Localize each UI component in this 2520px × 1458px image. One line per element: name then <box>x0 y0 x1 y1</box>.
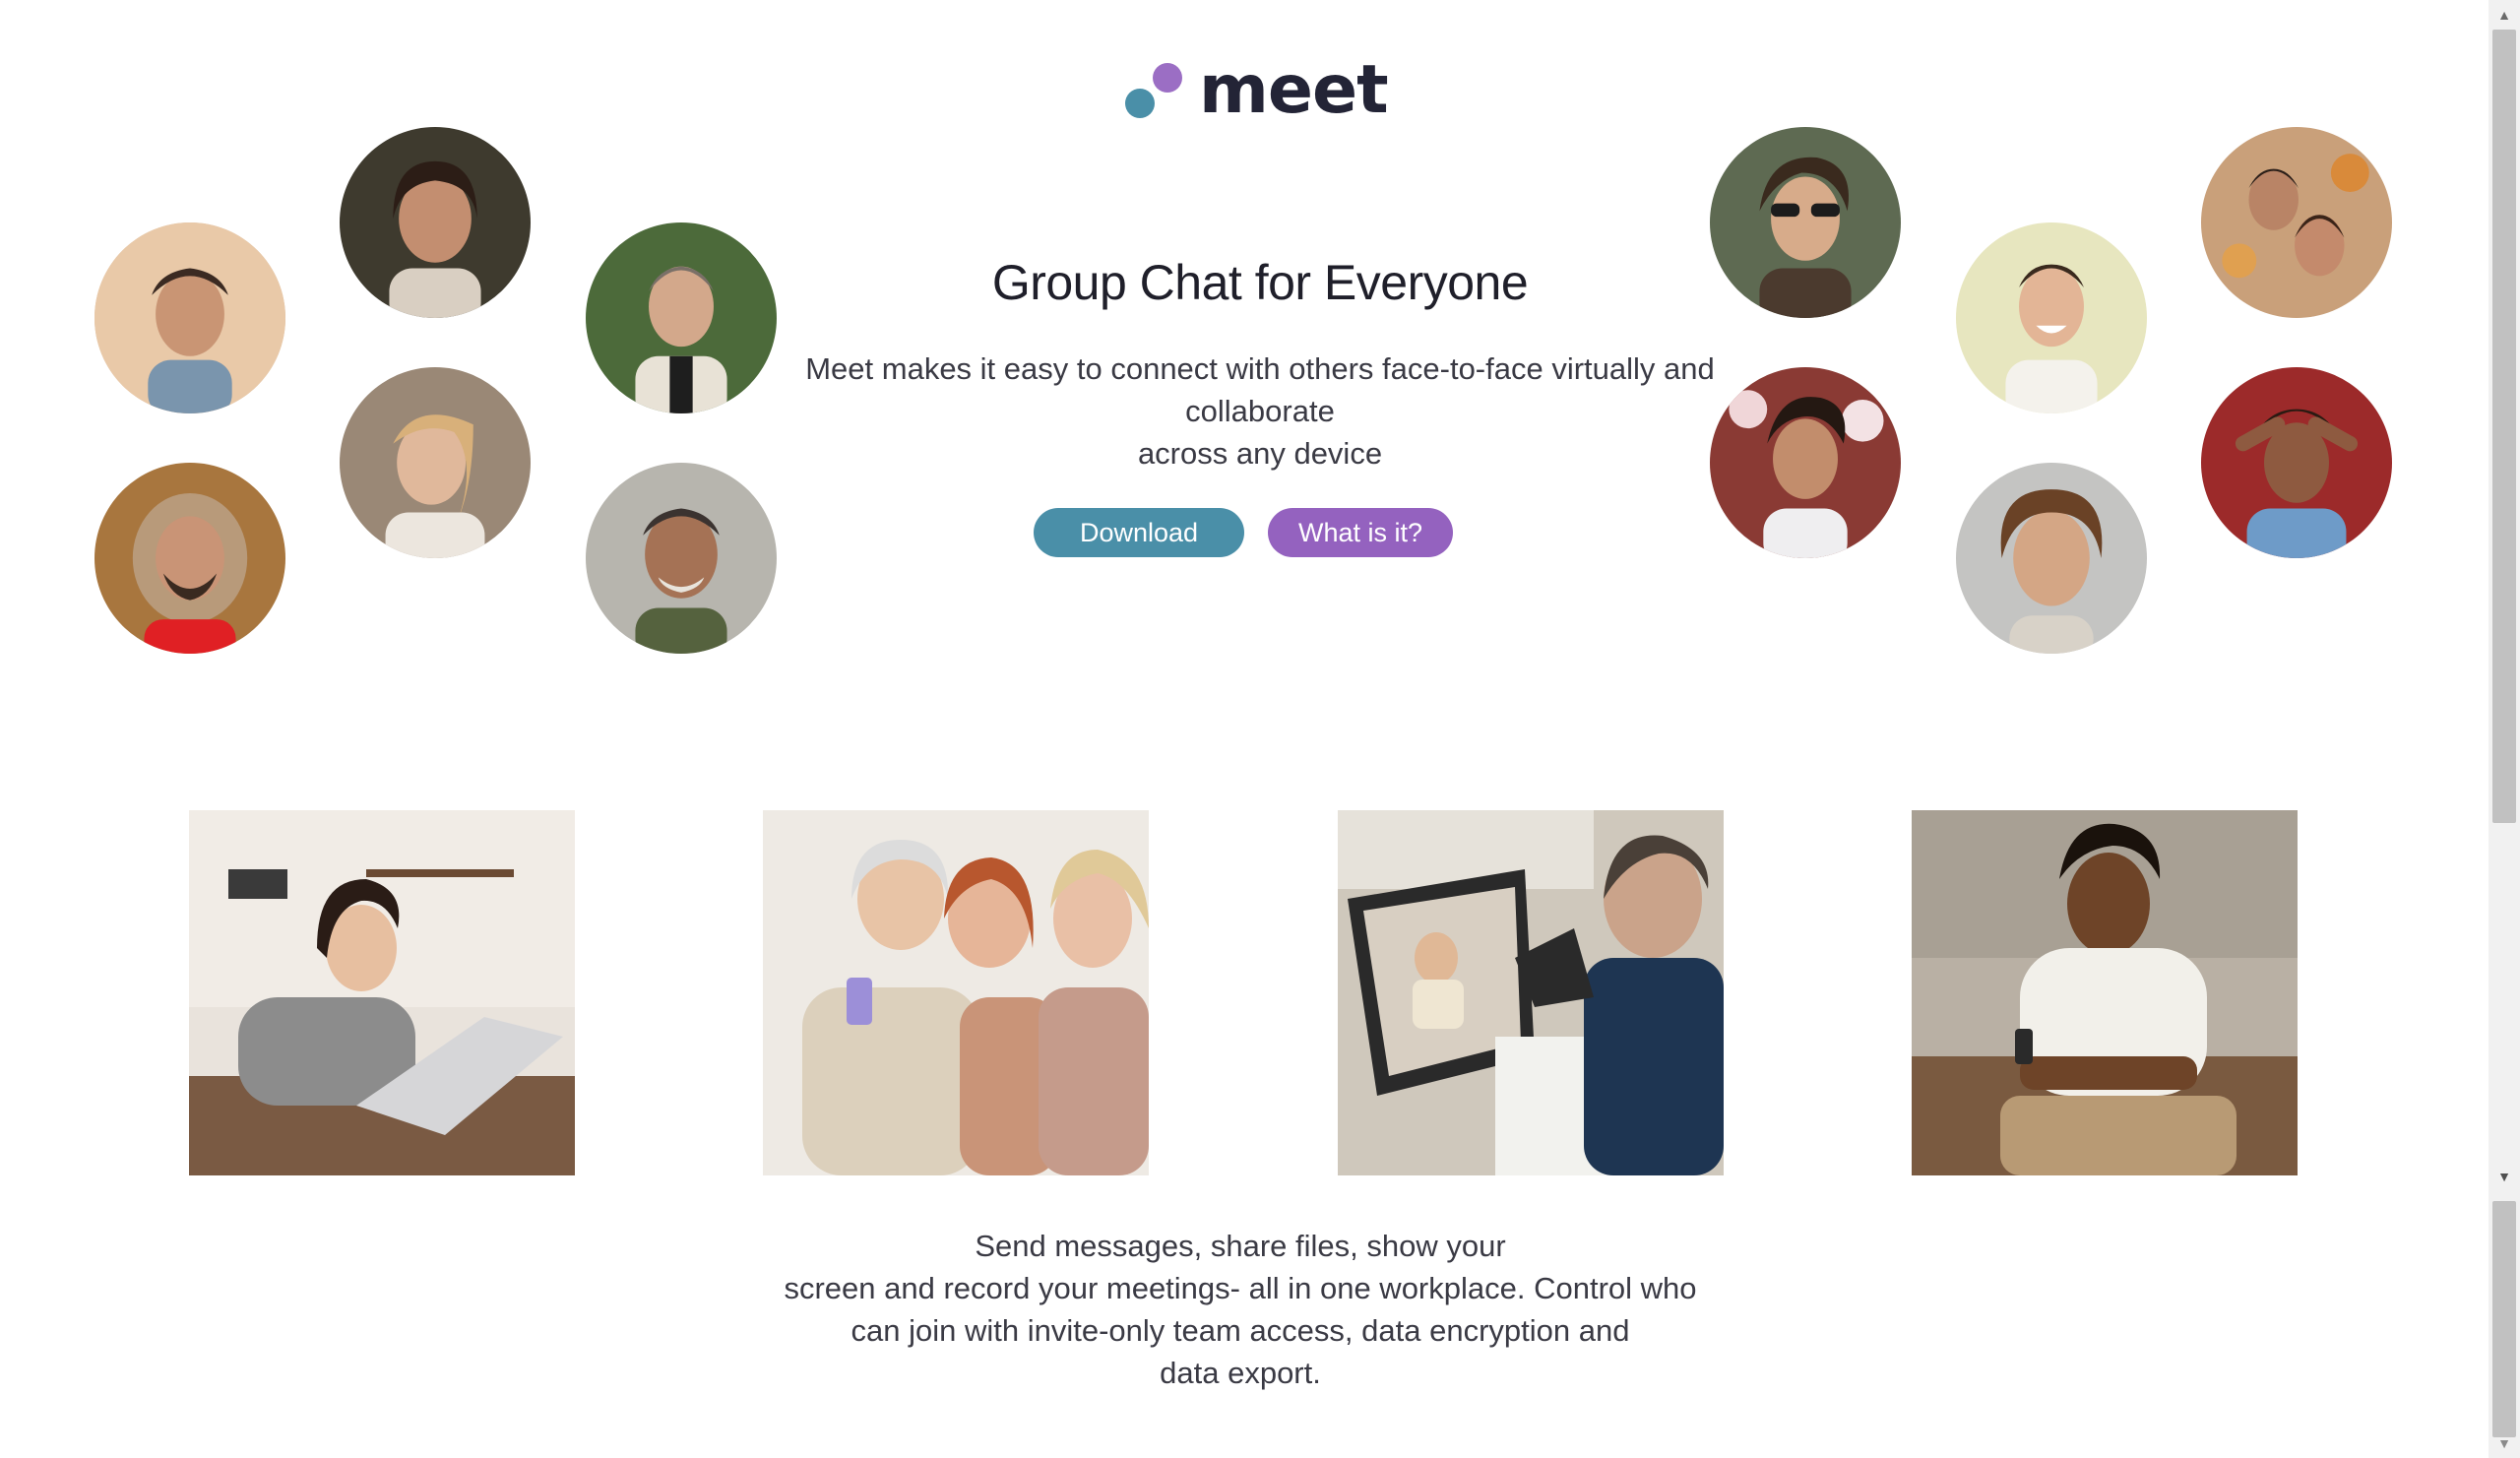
features-description-line: can join with invite-only team access, d… <box>850 1313 1630 1348</box>
logo-text: meet <box>1199 51 1389 129</box>
scroll-down-arrow-icon-secondary[interactable]: ▼ <box>2488 1428 2520 1458</box>
features-description: Send messages, share files, show your sc… <box>748 1225 1732 1394</box>
scroll-up-arrow-icon[interactable]: ▲ <box>2488 0 2520 30</box>
laptop-video-call-photo <box>189 810 575 1175</box>
download-button[interactable]: Download <box>1034 508 1244 557</box>
features-description-line: data export. <box>1160 1356 1321 1390</box>
hero-description: Meet makes it easy to connect with other… <box>768 348 1752 475</box>
features-description-line: screen and record your meetings- all in … <box>784 1271 1697 1305</box>
man-phone-photo <box>1912 810 2298 1175</box>
avatar-left-2 <box>340 127 531 318</box>
logo-dot-teal <box>1125 89 1155 118</box>
scroll-down-arrow-icon[interactable]: ▼ <box>2488 1162 2520 1191</box>
scrollbar-thumb[interactable] <box>2492 30 2516 823</box>
avatar-left-1 <box>94 222 285 413</box>
avatar-left-6 <box>586 463 777 654</box>
friends-phone-photo <box>763 810 1149 1175</box>
logo-dot-purple <box>1153 63 1182 93</box>
avatar-right-3 <box>2201 127 2392 318</box>
hero-description-line: Meet makes it easy to connect with other… <box>805 351 1715 386</box>
features-description-line: Send messages, share files, show your <box>975 1229 1506 1263</box>
avatar-right-5 <box>1956 463 2147 654</box>
avatar-left-5 <box>94 463 285 654</box>
avatar-right-2 <box>1956 222 2147 413</box>
hero-title: Group Chat for Everyone <box>991 255 1529 310</box>
hero-description-line: collaborate <box>1185 394 1335 428</box>
what-is-it-button[interactable]: What is it? <box>1268 508 1453 557</box>
vertical-scrollbar[interactable]: ▲ ▼ ▼ <box>2488 0 2520 1458</box>
hero-description-line: across any device <box>1137 436 1383 471</box>
avatar-left-3 <box>586 222 777 413</box>
video-meeting-photo <box>1338 810 1724 1175</box>
avatar-right-6 <box>2201 367 2392 558</box>
avatar-left-4 <box>340 367 531 558</box>
scrollbar-thumb-secondary[interactable] <box>2492 1201 2516 1437</box>
